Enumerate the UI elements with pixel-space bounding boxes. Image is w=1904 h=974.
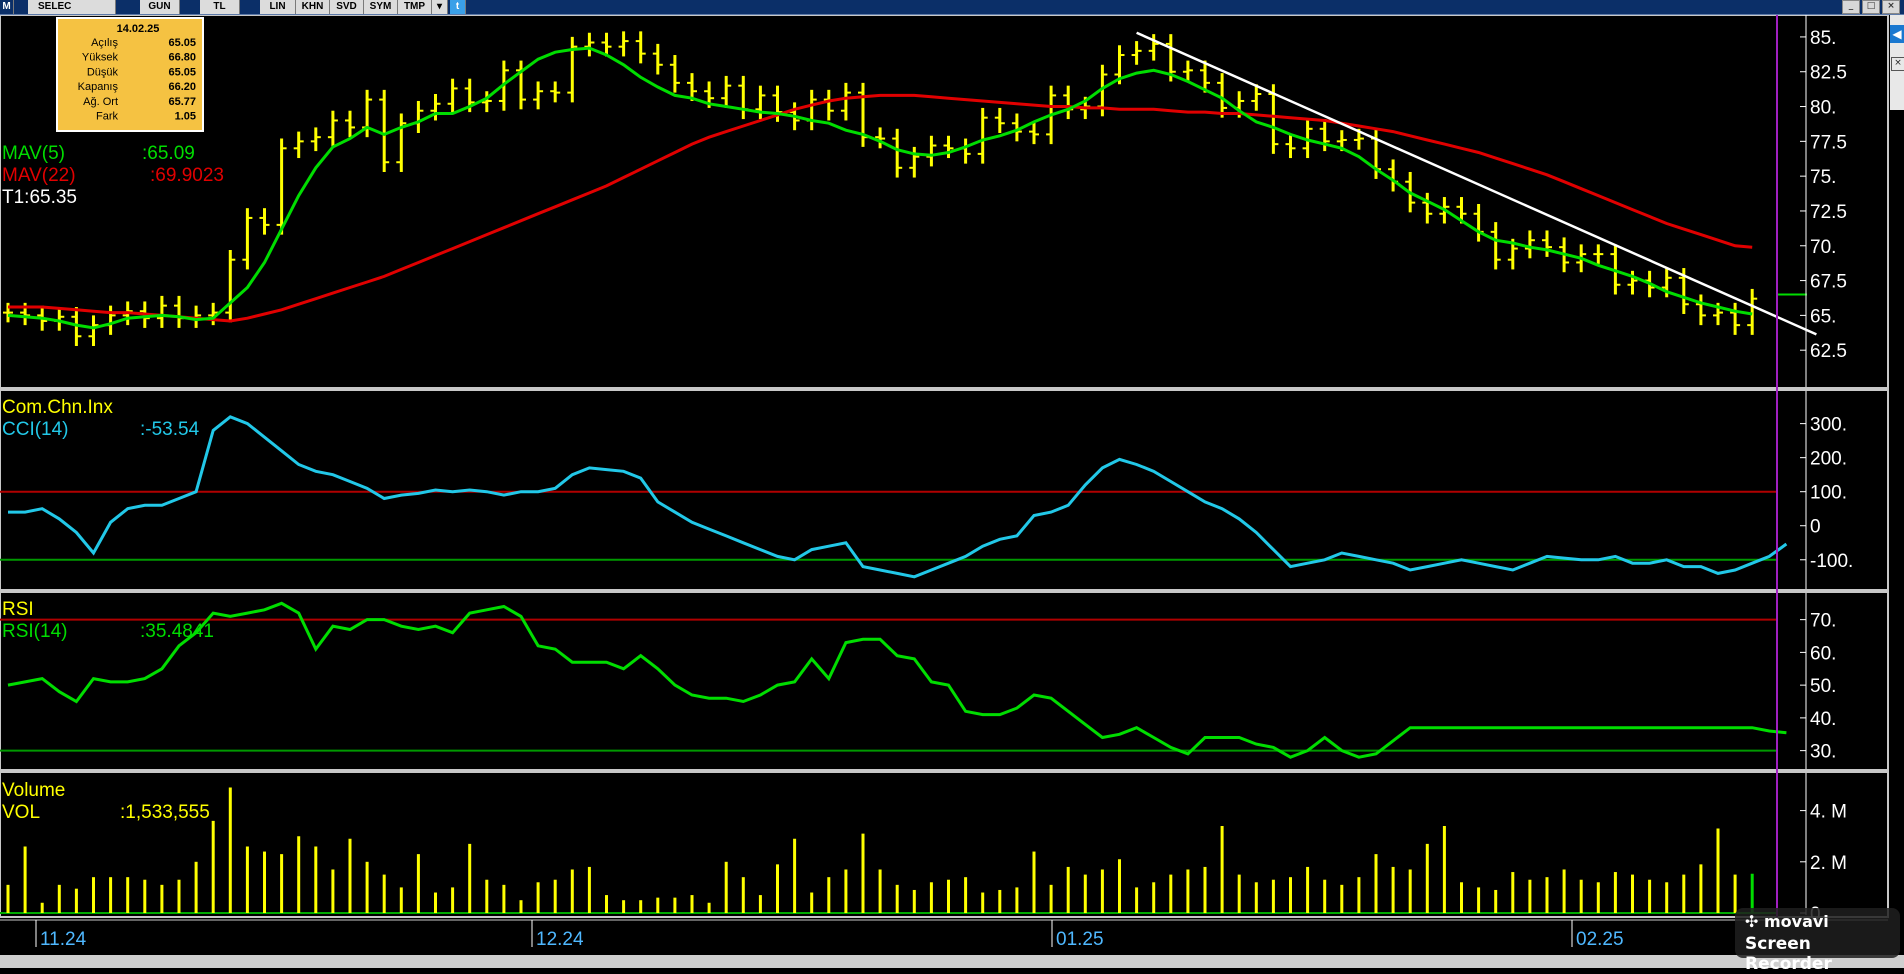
lin-button[interactable]: LIN bbox=[260, 0, 296, 14]
price-tick-label: 85. bbox=[1810, 28, 1836, 49]
info-label: Yüksek bbox=[82, 52, 119, 64]
info-label: Ağ. Ort bbox=[83, 96, 118, 108]
info-date: 14.02.25 bbox=[117, 23, 160, 35]
side-panel: ◀ × bbox=[1890, 15, 1904, 110]
info-label: Kapanış bbox=[78, 81, 119, 93]
x-tick-label: 11.24 bbox=[40, 929, 87, 950]
cci-tick-label: 200. bbox=[1810, 449, 1847, 470]
info-label: Açılış bbox=[91, 37, 118, 49]
rsi-value: :35.4841 bbox=[140, 621, 214, 642]
close-icon[interactable]: × bbox=[1891, 57, 1904, 71]
price-tick-label: 62.5 bbox=[1810, 341, 1847, 362]
price-tick-label: 65. bbox=[1810, 306, 1836, 327]
svd-button[interactable]: SVD bbox=[330, 0, 364, 14]
x-tick-label: 01.25 bbox=[1056, 929, 1104, 950]
info-value: 65.05 bbox=[168, 37, 196, 49]
price-tick-label: 75. bbox=[1810, 167, 1836, 188]
info-value: 66.20 bbox=[168, 81, 196, 93]
x-tick-label: 12.24 bbox=[536, 929, 584, 950]
movavi-logo-icon: ✣ bbox=[1745, 912, 1764, 931]
volume-tick-label: 4. M bbox=[1810, 802, 1847, 823]
logo-icon: M bbox=[0, 0, 14, 14]
price-tick-label: 77.5 bbox=[1810, 132, 1847, 153]
info-label: Fark bbox=[96, 111, 119, 123]
rsi-tick-label: 70. bbox=[1810, 611, 1836, 632]
minimize-button[interactable]: _ bbox=[1842, 0, 1860, 14]
mav5-value: :65.09 bbox=[142, 143, 195, 164]
mav22-label: MAV(22) bbox=[2, 165, 76, 186]
chart-area: 62.5 65. 67.5 70. 72.5 75. 77.5 80. 82.5 85. 300. 2… bbox=[0, 15, 1890, 955]
rsi-tick-label: 60. bbox=[1810, 643, 1836, 664]
volume-label: VOL bbox=[2, 802, 40, 823]
currency-button[interactable]: TL bbox=[200, 0, 240, 14]
dropdown-chevron-icon[interactable]: ▾ bbox=[432, 0, 448, 14]
info-label: Düşük bbox=[87, 66, 119, 78]
watermark-line2: Screen Recorder bbox=[1745, 934, 1832, 974]
mav22-value: :69.9023 bbox=[150, 165, 224, 186]
rsi-tick-label: 30. bbox=[1810, 742, 1836, 763]
watermark: ✣ movavi Screen Recorder bbox=[1735, 908, 1900, 974]
cci-label: CCI(14) bbox=[2, 419, 69, 440]
cci-tick-label: -100. bbox=[1810, 551, 1853, 572]
rsi-label: RSI(14) bbox=[2, 621, 67, 642]
horizontal-scrollbar[interactable] bbox=[0, 955, 1904, 968]
price-tick-label: 70. bbox=[1810, 237, 1836, 258]
tmp-button[interactable]: TMP bbox=[398, 0, 432, 14]
info-value: 66.80 bbox=[168, 52, 196, 64]
price-tick-label: 67.5 bbox=[1810, 272, 1847, 293]
t1-label: T1:65.35 bbox=[2, 187, 77, 208]
price-tick-label: 80. bbox=[1810, 98, 1836, 119]
cci-value: :-53.54 bbox=[140, 419, 200, 440]
volume-value: :1,533,555 bbox=[120, 802, 210, 823]
rsi-tick-label: 50. bbox=[1810, 676, 1836, 697]
volume-tick-label: 2. M bbox=[1810, 853, 1847, 874]
cci-tick-label: 300. bbox=[1810, 415, 1847, 436]
period-button[interactable]: GUN bbox=[140, 0, 180, 14]
cci-title: Com.Chn.Inx bbox=[2, 397, 113, 418]
price-tick-label: 72.5 bbox=[1810, 202, 1847, 223]
info-value: 1.05 bbox=[175, 111, 196, 123]
sym-button[interactable]: SYM bbox=[364, 0, 398, 14]
x-tick-label: 02.25 bbox=[1576, 929, 1624, 950]
cci-tick-label: 100. bbox=[1810, 483, 1847, 504]
info-value: 65.77 bbox=[168, 96, 196, 108]
toolbar: M SELEC GUN TL LIN KHN SVD SYM TMP ▾ t _… bbox=[0, 0, 1904, 15]
maximize-button[interactable]: □ bbox=[1862, 0, 1880, 14]
volume-title: Volume bbox=[2, 780, 65, 801]
price-tick-label: 82.5 bbox=[1810, 63, 1847, 84]
back-arrow-icon[interactable]: ◀ bbox=[1890, 25, 1904, 43]
rsi-tick-label: 40. bbox=[1810, 709, 1836, 730]
cci-tick-label: 0 bbox=[1810, 517, 1821, 538]
watermark-line1: ✣ movavi bbox=[1745, 912, 1829, 931]
rsi-title: RSI bbox=[2, 599, 34, 620]
mav5-label: MAV(5) bbox=[2, 143, 65, 164]
ohlc-info-box: 14.02.25 Açılış 65.05 Yüksek 66.80 Düşük 65.0… bbox=[56, 17, 204, 132]
symbol-field[interactable]: SELEC bbox=[28, 0, 116, 14]
khn-button[interactable]: KHN bbox=[296, 0, 330, 14]
close-button[interactable]: × bbox=[1882, 0, 1900, 14]
info-value: 65.05 bbox=[168, 66, 196, 78]
twitter-icon[interactable]: t bbox=[450, 0, 466, 14]
